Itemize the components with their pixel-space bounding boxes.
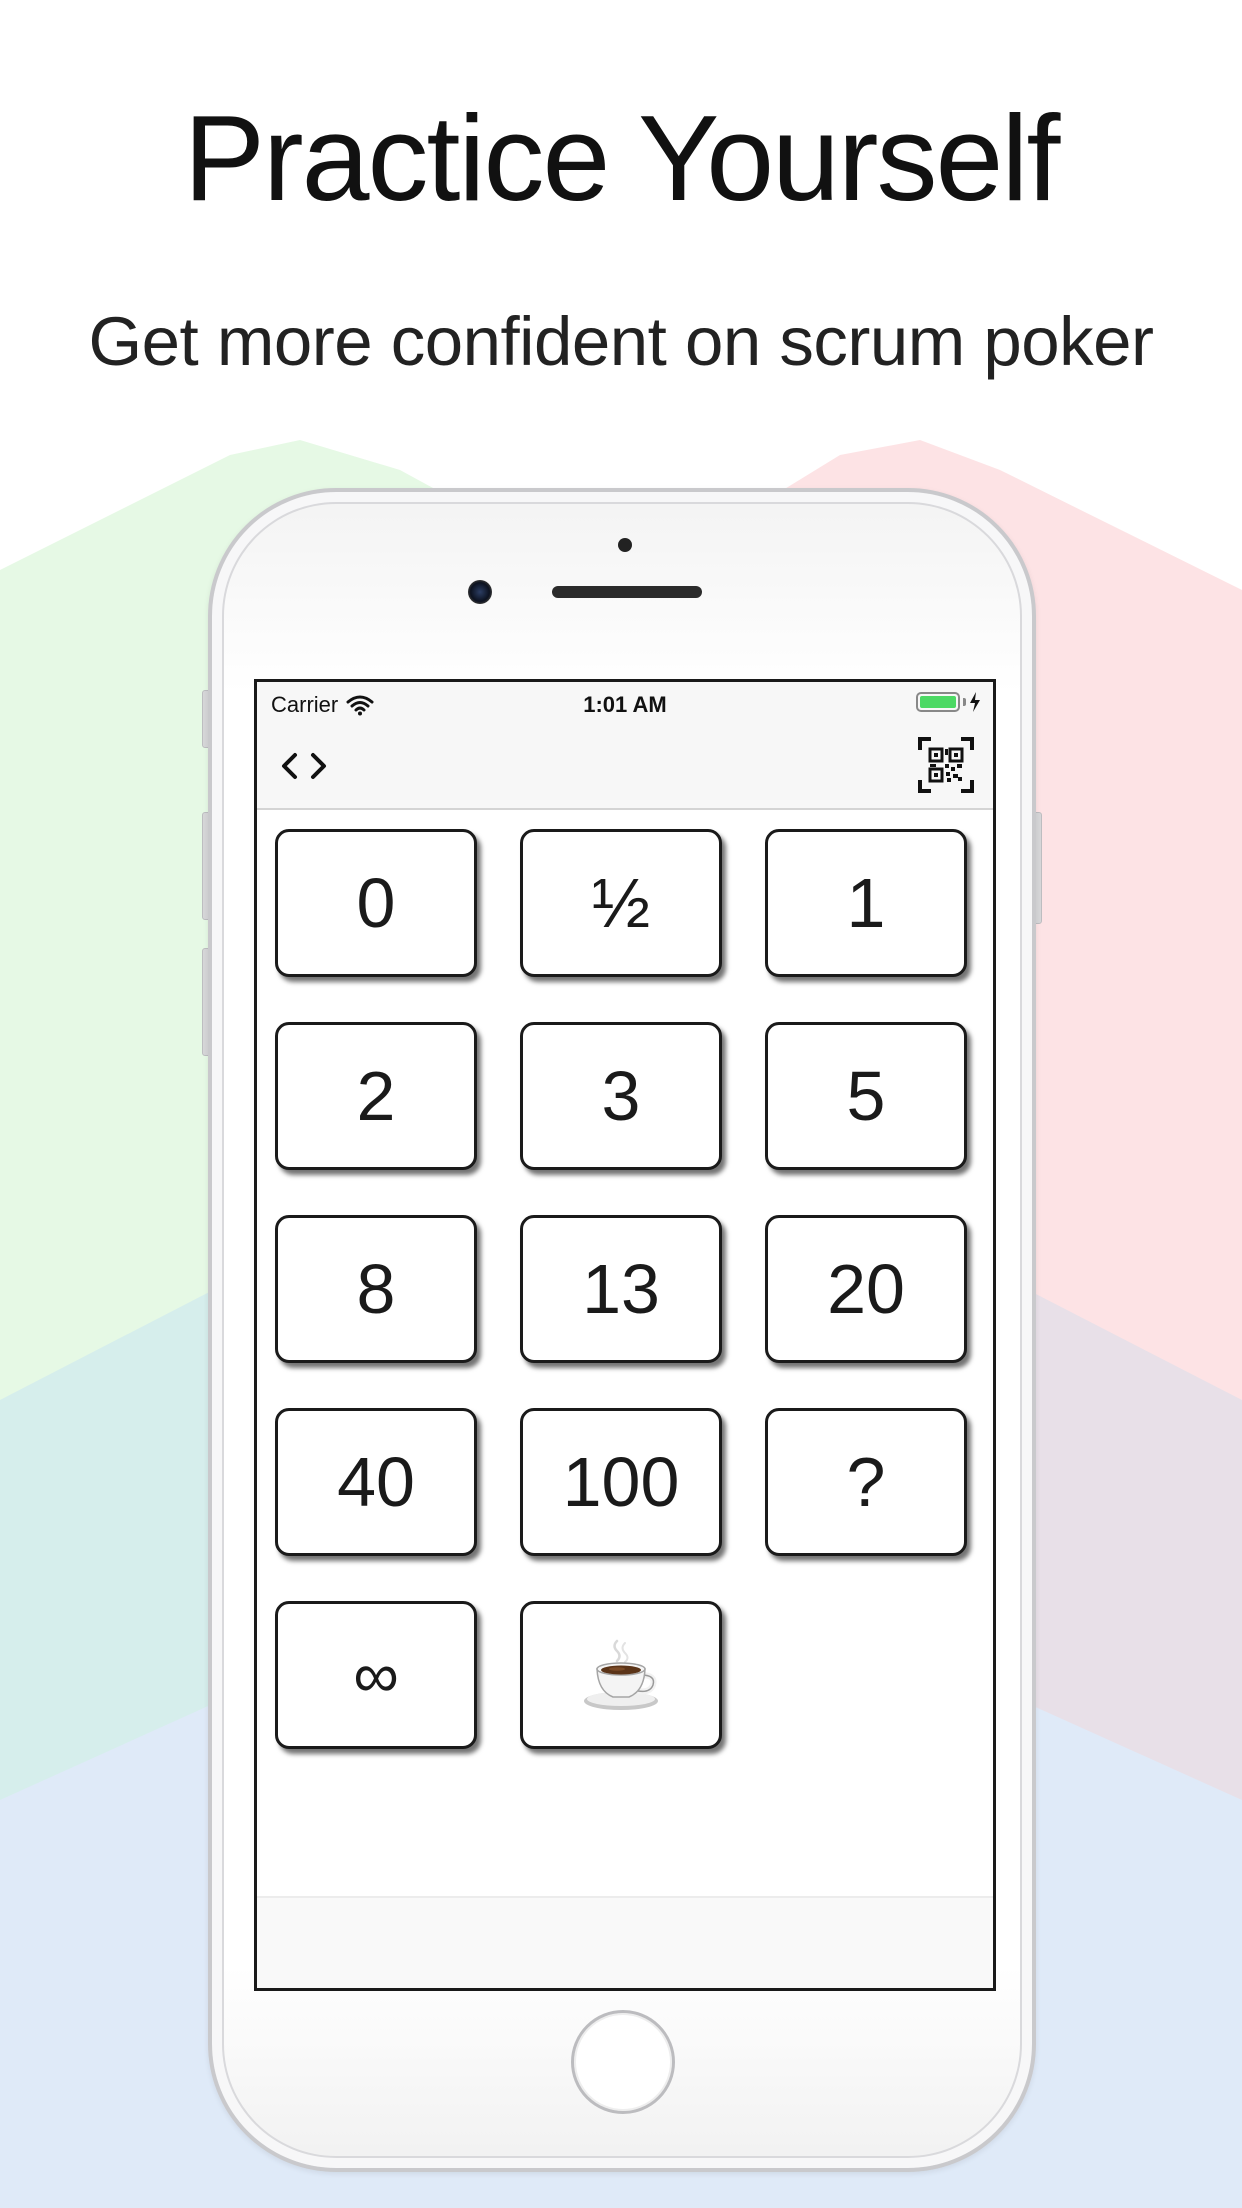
card-label: ½ [591,864,651,942]
battery-icon [916,692,960,712]
qr-code-button[interactable] [917,736,975,794]
page-title: Practice Yourself [183,90,1061,226]
code-brackets-icon [282,753,326,779]
card-1[interactable]: 1 [765,829,967,977]
card-20[interactable]: 20 [765,1215,967,1363]
app-screen: Carrier 1:01 AM 0 ½ 1 2 3 5 8 13 20 40 1… [254,679,996,1991]
earpiece-speaker [552,586,702,598]
page-subtitle: Get more confident on scrum poker [88,303,1155,380]
card-13[interactable]: 13 [520,1215,722,1363]
bottom-toolbar [257,1896,993,1988]
card-2[interactable]: 2 [275,1022,477,1170]
card-label: 2 [356,1057,396,1135]
battery-indicator [916,692,981,712]
front-sensor [618,538,632,552]
card-100[interactable]: 100 [520,1408,722,1556]
card-40[interactable]: 40 [275,1408,477,1556]
card-coffee[interactable] [520,1601,722,1749]
status-time: 1:01 AM [583,692,667,717]
card-label: 8 [356,1250,396,1328]
card-label: 100 [562,1443,680,1521]
card-label: 3 [601,1057,641,1135]
home-button[interactable] [571,2010,675,2114]
code-brackets-button[interactable] [279,746,329,786]
card-8[interactable]: 8 [275,1215,477,1363]
card-half[interactable]: ½ [520,829,722,977]
navigation-bar [257,724,993,810]
battery-tip [963,698,966,706]
card-infinity[interactable]: ∞ [275,1601,477,1749]
status-bar: Carrier 1:01 AM [257,682,993,724]
card-label: 1 [846,864,886,942]
card-label: 40 [337,1443,415,1521]
card-label: 20 [827,1250,905,1328]
card-label: 0 [356,864,396,942]
coffee-cup-icon [584,1639,658,1710]
front-camera [468,580,492,604]
card-label: ? [846,1443,886,1521]
battery-fill [920,696,956,708]
card-3[interactable]: 3 [520,1022,722,1170]
card-0[interactable]: 0 [275,829,477,977]
card-5[interactable]: 5 [765,1022,967,1170]
card-label: 5 [846,1057,886,1135]
qr-code-icon [918,737,974,793]
charging-bolt-icon [970,692,980,712]
card-label: 13 [582,1250,660,1328]
card-question[interactable]: ? [765,1408,967,1556]
card-label: ∞ [353,1639,399,1711]
